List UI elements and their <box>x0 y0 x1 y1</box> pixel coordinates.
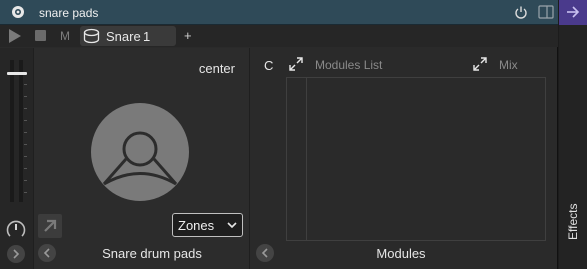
zones-dropdown[interactable]: Zones <box>172 213 243 237</box>
pan-knob-icon[interactable] <box>5 218 27 240</box>
effects-strip-header <box>559 0 587 25</box>
device-title: snare pads <box>39 6 99 20</box>
meter-tick <box>24 84 27 85</box>
chain-index: 1 <box>143 29 151 44</box>
add-chain-button[interactable]: + <box>184 28 192 43</box>
chevron-right-icon <box>13 249 20 259</box>
pads-panel-title: Snare drum pads <box>102 246 202 261</box>
drum-pads-panel: center Zones Snare drum pads <box>34 48 250 269</box>
expand-icon[interactable] <box>289 57 303 71</box>
level-meter-right <box>19 60 23 202</box>
level-column <box>0 48 34 269</box>
title-bar[interactable]: snare pads <box>0 0 558 25</box>
level-meter-left <box>10 60 14 202</box>
meter-tick <box>24 96 27 97</box>
mute-button[interactable]: M <box>60 29 70 43</box>
arrow-up-right-icon <box>44 219 57 232</box>
arrow-right-icon[interactable] <box>566 5 580 19</box>
modules-list-area[interactable] <box>286 77 546 241</box>
zones-selected-value: Zones <box>178 218 215 233</box>
mix-header: Mix <box>499 58 518 72</box>
meter-tick <box>24 144 27 145</box>
chain-tab-snare[interactable]: Snare 1 <box>80 26 176 46</box>
effects-label: Effects <box>566 203 580 240</box>
snare-pad-icon[interactable] <box>90 102 190 202</box>
modules-divider <box>306 78 307 240</box>
play-icon[interactable] <box>8 28 22 44</box>
power-icon[interactable] <box>514 5 528 19</box>
device-logo-icon <box>12 6 24 18</box>
modules-c-label: C <box>264 58 274 73</box>
chevron-down-icon <box>227 222 237 229</box>
meter-tick <box>24 192 27 193</box>
panel-toggle-icon[interactable] <box>538 5 554 19</box>
expand-icon[interactable] <box>473 57 487 71</box>
stop-icon[interactable] <box>35 30 46 41</box>
device-panel: snare pads M Snare 1 + center Zones Snar… <box>0 0 558 269</box>
meter-tick <box>24 108 27 109</box>
effects-strip[interactable]: Effects <box>559 0 587 269</box>
route-button[interactable] <box>38 214 62 238</box>
meter-tick <box>24 180 27 181</box>
modules-panel-title: Modules <box>376 246 426 261</box>
chain-name: Snare <box>106 29 141 44</box>
meter-tick <box>24 120 27 121</box>
meter-tick <box>24 132 27 133</box>
modules-panel: C Modules List Mix Modules <box>251 48 557 269</box>
pan-value: center <box>198 61 235 76</box>
expand-right-button[interactable] <box>7 245 25 263</box>
volume-fader[interactable] <box>7 72 27 75</box>
meter-tick <box>24 156 27 157</box>
meter-tick <box>24 168 27 169</box>
drum-icon <box>83 28 100 44</box>
modules-list-header: Modules List <box>315 58 383 72</box>
chain-toolbar: M Snare 1 + <box>0 25 558 47</box>
